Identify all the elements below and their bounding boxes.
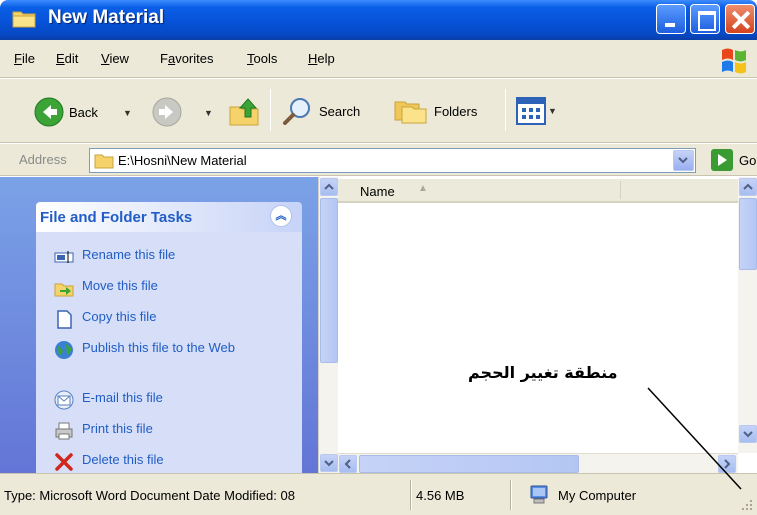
views-dropdown-icon: ▼ (548, 106, 557, 116)
windows-logo-icon (722, 48, 746, 74)
chevron-up-icon (324, 183, 334, 190)
task-panel-body: Rename this file Move this file Copy thi… (36, 232, 302, 473)
file-list[interactable]: Name ▲ (338, 177, 738, 453)
scroll-left-button[interactable] (339, 455, 357, 473)
chevron-down-icon (678, 157, 688, 164)
task-print-file[interactable]: Print this file (54, 421, 262, 441)
forward-arrow-icon (152, 97, 182, 127)
folder-icon (94, 154, 114, 169)
scroll-up-button[interactable] (320, 178, 338, 196)
move-icon (54, 283, 74, 297)
status-zone: My Computer (528, 485, 636, 505)
status-bar: Type: Microsoft Word Document Date Modif… (0, 473, 757, 515)
scroll-thumb[interactable] (359, 455, 579, 473)
forward-button[interactable] (152, 97, 182, 127)
task-pane: File and Folder Tasks ︽ Rename this file… (0, 177, 318, 473)
forward-dropdown-icon[interactable]: ▼ (204, 108, 213, 118)
scroll-thumb[interactable] (739, 198, 757, 270)
back-arrow-icon (34, 97, 64, 127)
chevron-up-icon (743, 183, 753, 190)
menu-help[interactable]: Help (308, 51, 335, 66)
address-bar: Address E:\Hosni\New Material Go (0, 144, 757, 176)
column-header-name[interactable]: Name (360, 184, 395, 199)
scroll-right-button[interactable] (718, 455, 736, 473)
views-button[interactable]: ▼ (516, 97, 557, 125)
task-move-file[interactable]: Move this file (54, 278, 262, 298)
task-delete-file[interactable]: Delete this file (54, 452, 262, 472)
delete-icon (55, 453, 73, 471)
status-file-type: Type: Microsoft Word Document Date Modif… (4, 488, 295, 503)
folders-icon (394, 101, 427, 124)
up-folder-button[interactable] (228, 95, 262, 127)
title-bar: New Material (0, 0, 757, 40)
maximize-button[interactable] (690, 4, 720, 34)
globe-icon (55, 341, 73, 359)
chevron-left-icon (344, 459, 351, 469)
folder-icon (12, 11, 36, 28)
printer-icon (55, 422, 73, 440)
scroll-up-button[interactable] (739, 178, 757, 196)
task-panel-title: File and Folder Tasks (40, 209, 193, 226)
sort-ascending-icon: ▲ (418, 183, 428, 194)
address-input[interactable]: E:\Hosni\New Material (89, 148, 696, 173)
search-icon (283, 98, 310, 125)
minimize-button[interactable] (656, 4, 686, 34)
back-dropdown-icon[interactable]: ▼ (123, 108, 132, 118)
task-copy-file[interactable]: Copy this file (54, 309, 262, 329)
views-icon (516, 97, 546, 125)
task-email-file[interactable]: E-mail this file (54, 390, 262, 410)
menu-file[interactable]: File (14, 51, 35, 66)
back-button[interactable]: Back (34, 97, 98, 127)
up-folder-icon (229, 98, 259, 126)
menu-tools[interactable]: Tools (247, 51, 277, 66)
address-dropdown-button[interactable] (673, 150, 694, 171)
collapse-icon[interactable]: ︽ (270, 205, 292, 227)
file-list-vertical-scrollbar[interactable] (738, 177, 757, 453)
menu-bar: File Edit View Favorites Tools Help (0, 40, 757, 78)
column-header-row: Name ▲ (338, 179, 738, 203)
go-arrow-icon (711, 149, 733, 171)
scroll-down-button[interactable] (320, 454, 338, 472)
chevron-down-icon (324, 460, 334, 467)
resize-grip-icon[interactable] (740, 498, 754, 512)
scroll-down-button[interactable] (739, 425, 757, 443)
task-pane-scrollbar[interactable] (318, 177, 338, 473)
copy-icon (57, 310, 72, 329)
email-icon (54, 390, 74, 410)
menu-favorites[interactable]: Favorites (160, 51, 213, 66)
go-button[interactable]: Go (711, 149, 756, 171)
status-file-size: 4.56 MB (416, 488, 465, 503)
rename-icon (54, 251, 74, 263)
window-title: New Material (48, 7, 165, 28)
task-rename-file[interactable]: Rename this file (54, 247, 262, 267)
chevron-down-icon (743, 431, 753, 438)
address-value: E:\Hosni\New Material (118, 153, 247, 168)
my-computer-icon (530, 485, 548, 504)
menu-edit[interactable]: Edit (56, 51, 78, 66)
task-publish-web[interactable]: Publish this file to the Web (54, 340, 262, 360)
file-list-horizontal-scrollbar[interactable] (338, 453, 738, 473)
resize-area-annotation: منطقة تغيير الحجم (468, 363, 618, 382)
search-button[interactable]: Search (282, 96, 360, 126)
close-button[interactable] (725, 4, 755, 34)
toolbar: Back ▼ ▼ Search Folders ▼ (0, 79, 757, 143)
menu-view[interactable]: View (101, 51, 129, 66)
address-label: Address (19, 152, 67, 167)
chevron-right-icon (724, 459, 731, 469)
folders-button[interactable]: Folders (393, 97, 477, 125)
task-panel-header[interactable]: File and Folder Tasks ︽ (36, 202, 302, 232)
scroll-thumb[interactable] (320, 198, 338, 363)
